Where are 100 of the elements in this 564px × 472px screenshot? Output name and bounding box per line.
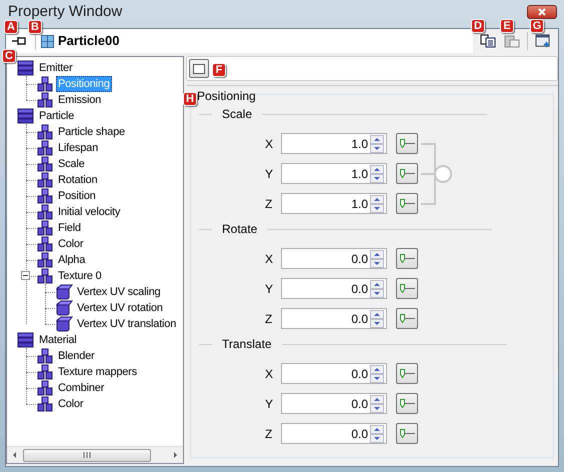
horizontal-scrollbar[interactable]: [7, 446, 183, 463]
tree-item[interactable]: Texture 0: [56, 268, 104, 284]
callout-badge: F: [212, 63, 226, 77]
pin-icon: [11, 36, 27, 46]
tree-item[interactable]: Position: [56, 188, 98, 204]
number-field[interactable]: 1.0: [281, 193, 387, 214]
tree-item[interactable]: Vertex UV translation: [75, 316, 178, 332]
grip-icon: [83, 452, 91, 458]
spinner-arrows[interactable]: [370, 250, 384, 268]
tree-item[interactable]: Rotation: [56, 172, 100, 188]
callout-badge: A: [4, 20, 18, 34]
tree-item[interactable]: Emitter: [37, 60, 74, 76]
callout-badge: H: [183, 92, 197, 106]
tree-item[interactable]: Lifespan: [56, 140, 100, 156]
tree-item[interactable]: Color: [56, 396, 86, 412]
spinner-arrows[interactable]: [370, 280, 384, 298]
number-field[interactable]: 0.0: [281, 248, 387, 269]
slider-button[interactable]: [396, 248, 418, 269]
tree-item[interactable]: Combiner: [56, 380, 106, 396]
slider-icon: [400, 284, 414, 293]
spinner-arrows[interactable]: [370, 424, 384, 442]
section-title: Scale: [222, 106, 252, 123]
toggle-button[interactable]: [189, 59, 209, 78]
cubes-icon: [36, 172, 54, 188]
spinner-arrows[interactable]: [370, 134, 384, 152]
cubes-icon: [36, 364, 54, 380]
tree-item[interactable]: Initial velocity: [56, 204, 122, 220]
layers-icon: [17, 60, 35, 76]
axis-label: X: [265, 136, 274, 152]
object-name: Particle00: [58, 32, 120, 50]
number-field[interactable]: 1.0: [281, 163, 387, 184]
number-field[interactable]: 0.0: [281, 278, 387, 299]
cube-icon: [55, 316, 73, 332]
layers-icon: [17, 332, 35, 348]
slider-button[interactable]: [396, 308, 418, 329]
callout-badge: B: [28, 20, 42, 34]
close-icon: [538, 8, 546, 16]
tree-item[interactable]: Particle shape: [56, 124, 127, 140]
panel-button[interactable]: [534, 34, 552, 48]
cubes-icon: [36, 268, 54, 284]
number-field[interactable]: 0.0: [281, 423, 387, 444]
collapse-toggle[interactable]: [21, 271, 30, 280]
slider-button[interactable]: [396, 278, 418, 299]
copy-button[interactable]: [479, 34, 497, 48]
number-field[interactable]: 0.0: [281, 308, 387, 329]
link-drawing: [421, 143, 453, 205]
slider-button[interactable]: [396, 163, 418, 184]
close-button[interactable]: [527, 5, 557, 19]
axis-label: X: [265, 366, 274, 382]
tree-item[interactable]: Alpha: [56, 252, 88, 268]
axis-label: Y: [265, 396, 274, 412]
grid-icon: [41, 34, 54, 48]
slider-icon: [400, 429, 414, 438]
slider-icon: [400, 399, 414, 408]
axis-label: Y: [265, 280, 274, 298]
slider-icon: [400, 369, 414, 378]
cubes-icon: [36, 204, 54, 220]
tree-item[interactable]: Blender: [56, 348, 97, 364]
spinner-arrows[interactable]: [370, 364, 384, 382]
tree-item[interactable]: Particle: [37, 108, 76, 124]
spinner-arrows[interactable]: [370, 164, 384, 182]
slider-button[interactable]: [396, 133, 418, 154]
tree-item[interactable]: Emission: [56, 92, 104, 108]
cubes-icon: [36, 220, 54, 236]
square-icon: [193, 64, 205, 74]
cubes-icon: [36, 140, 54, 156]
spinner-arrows[interactable]: [370, 194, 384, 212]
tree-item[interactable]: Scale: [56, 156, 87, 172]
section-title: Rotate: [222, 221, 258, 238]
window-plus-icon: [535, 34, 551, 48]
slider-button[interactable]: [396, 423, 418, 444]
cubes-icon: [36, 156, 54, 172]
slider-button[interactable]: [396, 363, 418, 384]
number-field[interactable]: 0.0: [281, 393, 387, 414]
cubes-icon: [36, 348, 54, 364]
cubes-icon: [36, 124, 54, 140]
tree-item[interactable]: Vertex UV scaling: [75, 284, 162, 300]
number-field[interactable]: 0.0: [281, 363, 387, 384]
spinner-arrows[interactable]: [370, 394, 384, 412]
tree-item[interactable]: Field: [56, 220, 83, 236]
callout-badge: D: [471, 19, 485, 33]
callout-badge: E: [500, 19, 514, 33]
spinner-arrows[interactable]: [370, 310, 384, 328]
slider-button[interactable]: [396, 393, 418, 414]
cubes-icon: [36, 396, 54, 412]
number-field[interactable]: 1.0: [281, 133, 387, 154]
section-title: Translate: [222, 336, 272, 353]
tree-item[interactable]: Vertex UV rotation: [75, 300, 165, 316]
slider-button[interactable]: [396, 193, 418, 214]
tree-item[interactable]: Texture mappers: [56, 364, 139, 380]
window-title: Property Window: [8, 4, 122, 20]
slider-icon: [400, 314, 414, 323]
axis-label: Z: [265, 310, 274, 328]
cubes-icon: [36, 92, 54, 108]
cube-icon: [55, 300, 73, 316]
axis-label: Y: [265, 166, 274, 182]
paste-button[interactable]: [503, 34, 521, 48]
tree-item[interactable]: Material: [37, 332, 79, 348]
tree-item[interactable]: Color: [56, 236, 86, 252]
cubes-icon: [36, 236, 54, 252]
